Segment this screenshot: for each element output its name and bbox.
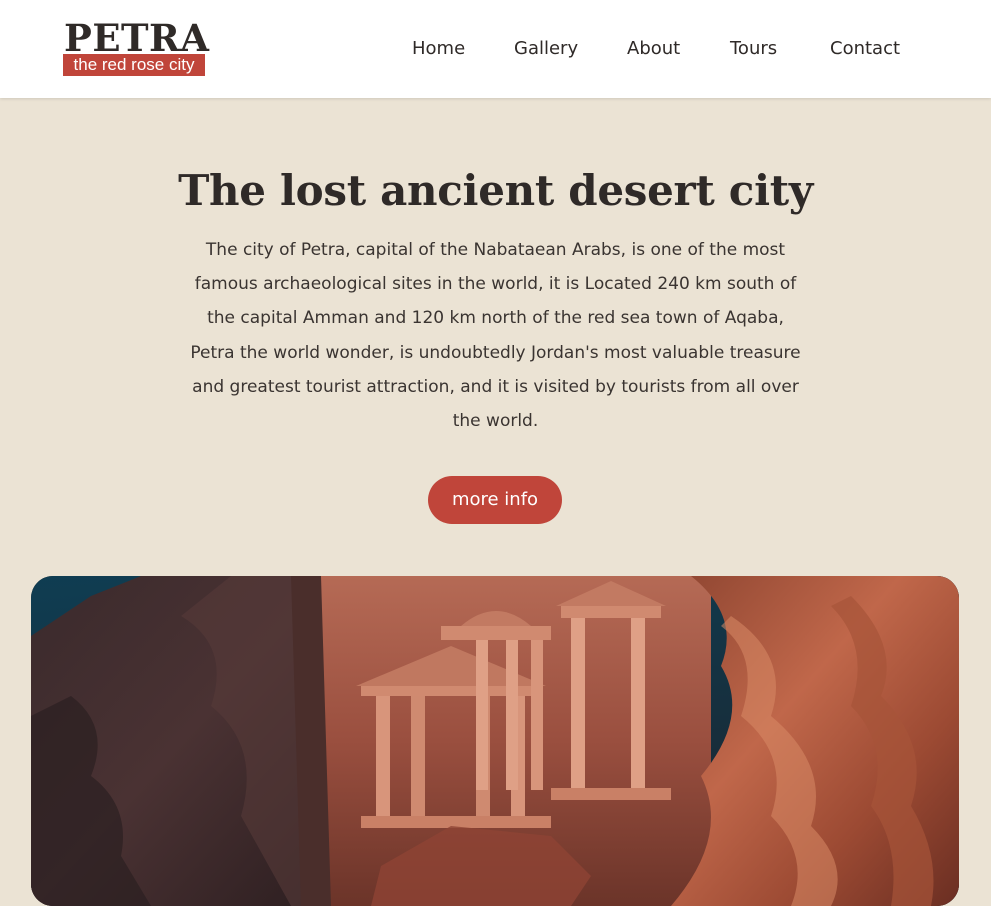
more-info-button[interactable]: more info [428,476,562,524]
logo-title: PETRA [64,16,210,60]
site-header: PETRA the red rose city Home Gallery Abo… [0,0,991,98]
hero-title: The lost ancient desert city [178,166,813,215]
nav-link-tours[interactable]: Tours [730,36,777,62]
petra-photo-illustration [31,576,959,906]
nav-link-contact[interactable]: Contact [830,36,900,62]
logo-tagline: the red rose city [63,54,205,76]
site-logo[interactable]: PETRA the red rose city [63,18,209,76]
nav-link-gallery[interactable]: Gallery [514,36,578,62]
hero-paragraph: The city of Petra, capital of the Nabata… [190,240,801,432]
nav-link-home[interactable]: Home [412,36,465,62]
petra-treasury-image [31,576,959,906]
nav-link-about[interactable]: About [627,36,680,62]
